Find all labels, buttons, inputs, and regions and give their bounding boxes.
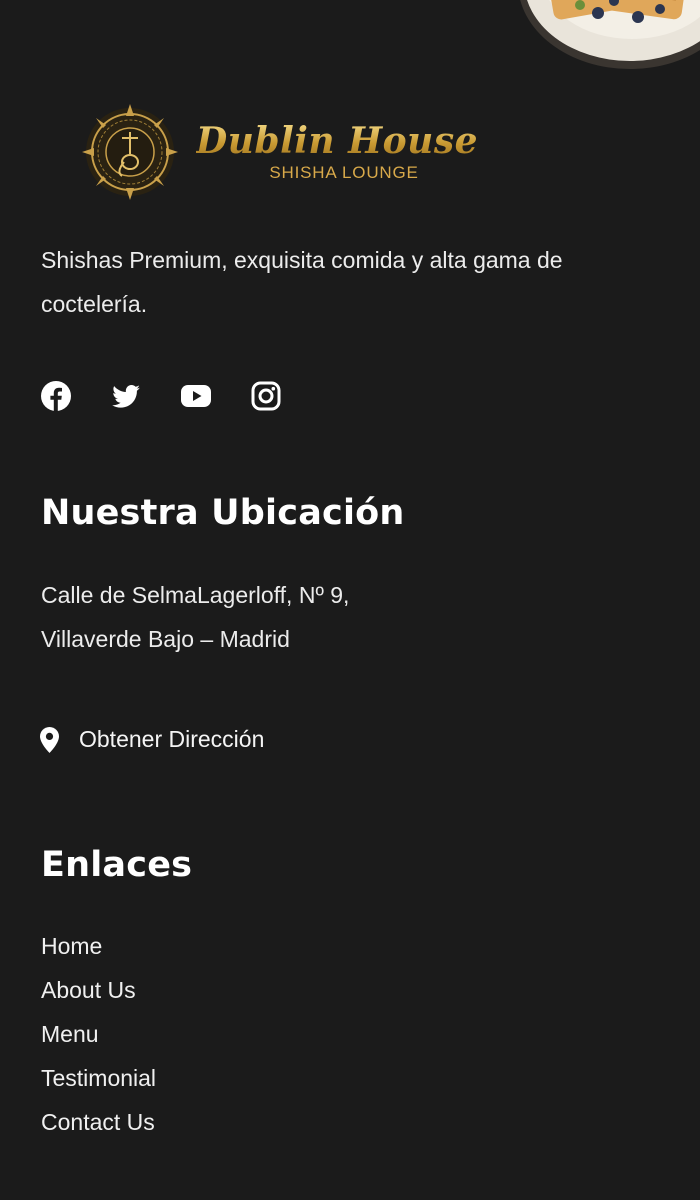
get-directions-label: Obtener Dirección (79, 726, 265, 752)
get-directions-link[interactable]: Obtener Dirección (40, 726, 264, 753)
links-heading: Enlaces (41, 845, 193, 885)
link-about-us[interactable]: About Us (41, 968, 156, 1012)
social-links (40, 380, 320, 412)
address: Calle de SelmaLagerloff, Nº 9, Villaverd… (41, 573, 349, 661)
link-testimonial[interactable]: Testimonial (41, 1056, 156, 1100)
link-contact-us[interactable]: Contact Us (41, 1100, 156, 1144)
brand-logo[interactable]: Dublin House SHISHA LOUNGE (80, 102, 478, 202)
facebook-link[interactable] (40, 380, 72, 412)
brand-subtitle: SHISHA LOUNGE (269, 163, 419, 182)
location-heading: Nuestra Ubicación (41, 493, 405, 533)
map-pin-icon (40, 726, 59, 753)
twitter-icon (112, 385, 140, 408)
youtube-icon (181, 385, 211, 407)
instagram-icon (251, 381, 281, 411)
footer-links: Home About Us Menu Testimonial Contact U… (41, 924, 156, 1144)
hookah-emblem-icon (82, 104, 178, 200)
food-plate-image (520, 0, 700, 69)
facebook-icon (41, 381, 71, 411)
link-home[interactable]: Home (41, 924, 156, 968)
instagram-link[interactable] (250, 380, 282, 412)
youtube-link[interactable] (180, 380, 212, 412)
twitter-link[interactable] (110, 380, 142, 412)
brand-name: Dublin House (196, 120, 478, 162)
address-line-1: Calle de SelmaLagerloff, Nº 9, (41, 582, 350, 608)
link-menu[interactable]: Menu (41, 1012, 156, 1056)
address-line-2: Villaverde Bajo – Madrid (41, 626, 290, 652)
tagline: Shishas Premium, exquisita comida y alta… (41, 247, 563, 317)
